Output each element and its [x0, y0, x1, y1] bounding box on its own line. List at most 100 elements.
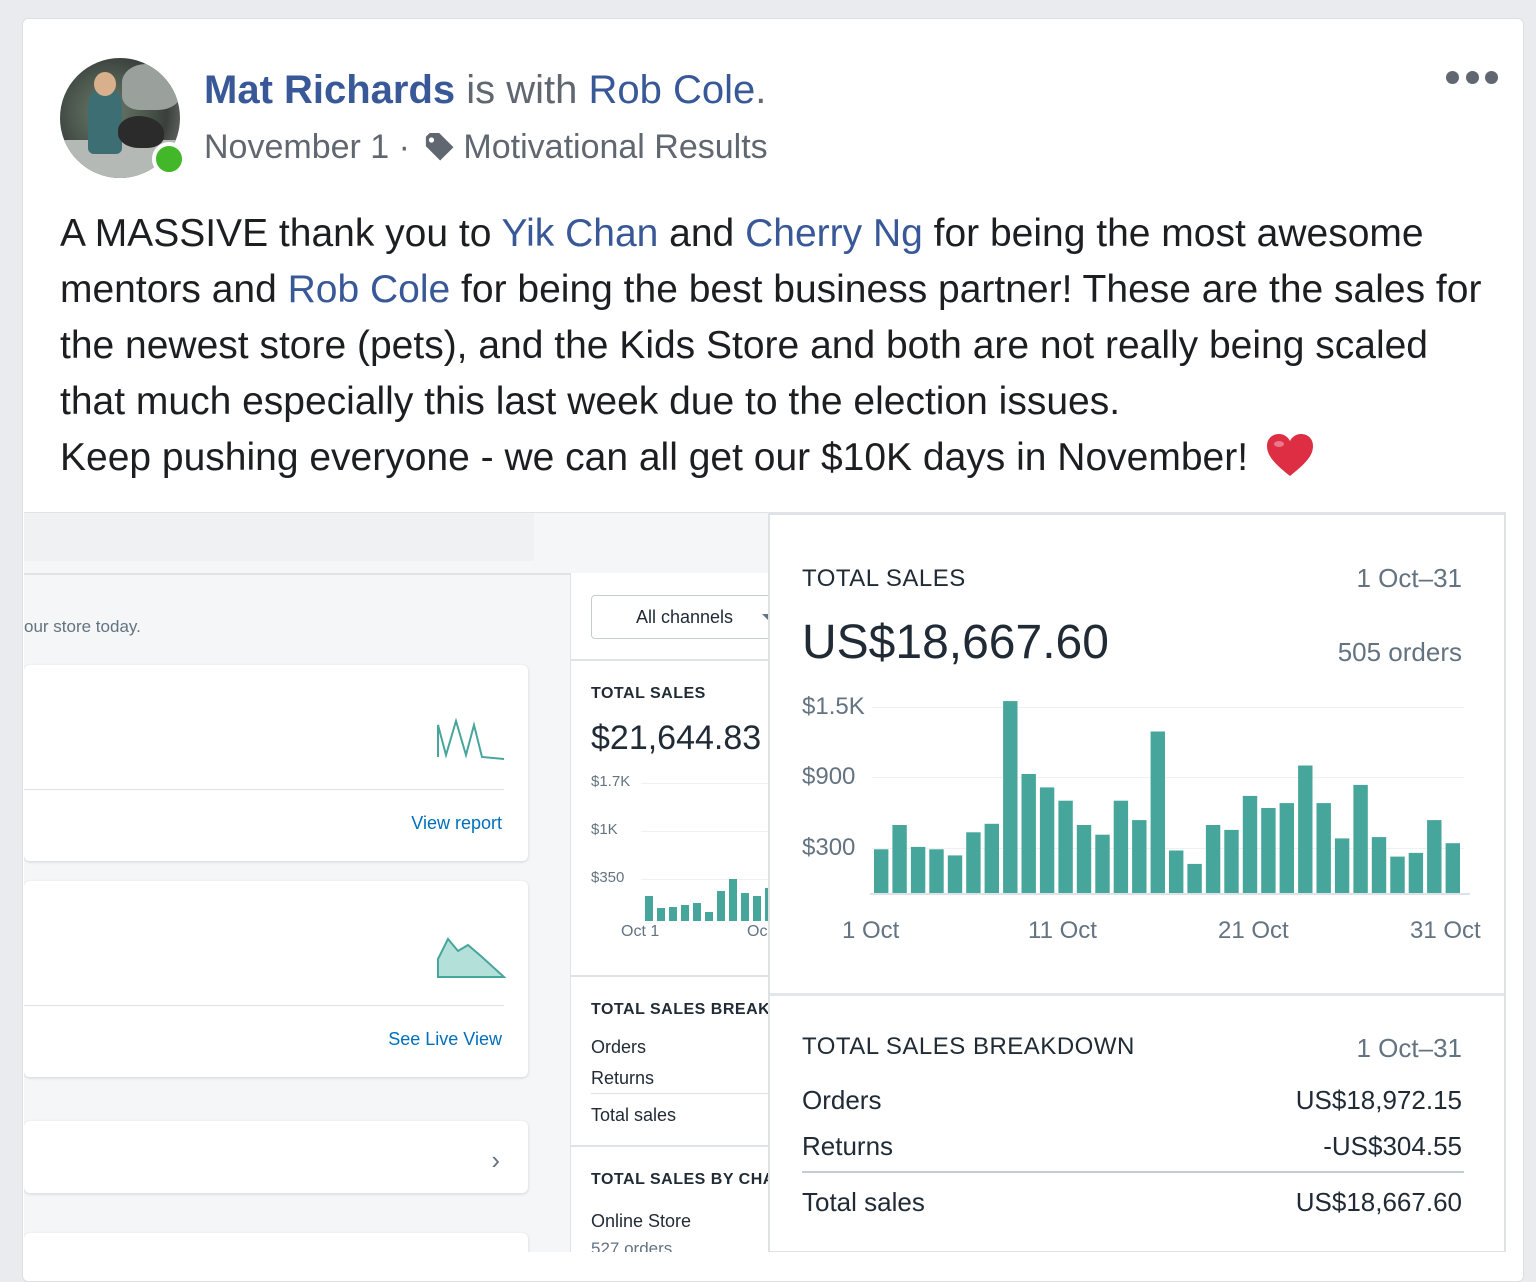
breakdown-title: TOTAL SALES BREAKDOWN	[802, 1033, 1135, 1060]
sales-bar	[1076, 825, 1092, 893]
y-tick-label: $900	[802, 763, 856, 790]
x-tick-label: 1 Oct	[842, 917, 900, 944]
dashboard-card-row[interactable]: ›	[24, 1121, 528, 1193]
mid-grid-line	[641, 783, 771, 784]
sales-bar	[1242, 795, 1258, 893]
mid-sales-bar	[729, 879, 737, 921]
mid-sales-bar	[657, 908, 665, 921]
body-text: A MASSIVE thank you to	[60, 212, 502, 255]
mid-sales-bar	[681, 905, 689, 921]
chevron-right-icon[interactable]: ›	[491, 1145, 500, 1176]
divider	[24, 789, 504, 790]
sales-bar	[1427, 820, 1442, 893]
x-tick-label: 21 Oct	[1218, 917, 1289, 944]
mid-sales-chart	[645, 879, 771, 921]
mid-online-orders: 527 orders	[591, 1239, 673, 1252]
sales-bar	[1445, 843, 1460, 893]
sales-bar	[1003, 701, 1018, 893]
sales-bar	[947, 855, 963, 893]
mid-sales-bar	[741, 893, 749, 921]
see-live-view-link[interactable]: See Live View	[388, 1029, 502, 1050]
mention-cherry-ng[interactable]: Cherry Ng	[745, 212, 923, 255]
sparkline-icon	[437, 717, 505, 760]
screenshot-top-bar	[24, 513, 534, 561]
post-header: Mat Richards is with Rob Cole.	[204, 68, 766, 113]
sales-bar	[929, 849, 944, 893]
middle-sales-panel: All channels TOTAL SALES $21,644.83 $1.7…	[570, 573, 786, 1252]
mid-y-tick: $1K	[591, 821, 618, 838]
dashboard-card-partial	[24, 1233, 528, 1252]
mid-total-sales-value: $21,644.83	[591, 719, 762, 757]
mid-returns-label: Returns	[591, 1068, 655, 1088]
breakdown-total-value: US$18,667.60	[1295, 1187, 1462, 1217]
y-tick-label: $300	[802, 834, 856, 861]
channels-dropdown[interactable]: All channels	[591, 595, 781, 639]
view-report-link[interactable]: View report	[411, 813, 502, 834]
sales-bar	[1205, 825, 1221, 893]
area-sparkline-icon	[437, 937, 506, 978]
tagged-suffix: .	[755, 68, 767, 112]
mention-rob-cole[interactable]: Rob Cole	[288, 268, 451, 311]
mid-sales-bar	[669, 907, 677, 921]
breakdown-total-label: Total sales	[802, 1187, 925, 1217]
post-date[interactable]: November 1	[204, 128, 389, 167]
author-name[interactable]: Mat Richards	[204, 68, 455, 112]
breakdown-returns-label: Returns	[802, 1131, 894, 1161]
mid-breakdown-label: TOTAL SALES BREAKD	[591, 1001, 783, 1018]
group-name[interactable]: Motivational Results	[463, 128, 767, 167]
body-text: Keep pushing everyone - we can all get o…	[60, 436, 1259, 479]
x-tick-label: 11 Oct	[1028, 917, 1097, 944]
sales-bar	[1261, 808, 1276, 893]
sales-bar	[1021, 774, 1036, 893]
x-tick-label: 31 Oct	[1410, 917, 1481, 944]
sales-bar	[1039, 787, 1055, 893]
divider	[24, 1005, 504, 1006]
sales-bar	[1298, 765, 1313, 893]
sales-bar	[1334, 838, 1350, 893]
sales-bar	[1132, 820, 1147, 893]
mid-sales-bar	[705, 912, 713, 921]
tag-icon	[426, 132, 454, 161]
more-options-icon[interactable]	[1446, 68, 1498, 86]
channels-label: All channels	[636, 607, 734, 627]
breakdown-orders-label: Orders	[802, 1085, 882, 1115]
divider	[571, 1145, 771, 1147]
sales-screenshot[interactable]: our store today. View report See Live Vi…	[24, 512, 1506, 1252]
sales-bar	[966, 832, 981, 893]
breakdown-returns-value: -US$304.55	[1323, 1131, 1462, 1161]
sales-bar	[1113, 800, 1129, 893]
sales-bar	[1224, 829, 1239, 893]
meta-separator: ·	[389, 128, 420, 166]
date-range: 1 Oct–31	[1356, 563, 1462, 593]
dashboard-card-report: View report	[24, 665, 528, 861]
sales-bar	[892, 825, 907, 893]
divider	[802, 1171, 1464, 1173]
sales-bar	[1316, 803, 1331, 893]
mid-orders-label: Orders	[591, 1037, 647, 1057]
sales-bar	[1279, 803, 1294, 893]
mid-sales-bar	[693, 903, 701, 921]
sales-bar	[1408, 852, 1424, 893]
right-sales-panel: TOTAL SALES 1 Oct–31 US$18,667.60 505 or…	[768, 513, 1506, 1252]
heart-emoji-icon	[1266, 434, 1313, 476]
total-sales-value: US$18,667.60	[802, 616, 1109, 669]
body-text: and	[658, 212, 746, 255]
sales-bar	[1095, 834, 1110, 893]
total-sales-title: TOTAL SALES	[802, 565, 966, 592]
online-status-dot	[152, 142, 186, 176]
post-body: A MASSIVE thank you to Yik Chan and Cher…	[60, 206, 1500, 486]
mid-y-tick: $350	[591, 869, 625, 886]
daily-sales-bar-chart	[870, 701, 1470, 895]
sales-bar	[984, 823, 999, 893]
breakdown-range: 1 Oct–31	[1356, 1033, 1462, 1063]
mid-x-tick: Oct 1	[621, 923, 660, 940]
with-text: is with	[455, 68, 589, 112]
tagged-person[interactable]: Rob Cole	[589, 68, 756, 112]
store-today-text: our store today.	[24, 617, 141, 636]
mid-y-tick: $1.7K	[591, 773, 631, 790]
mention-yik-chan[interactable]: Yik Chan	[502, 212, 659, 255]
dashboard-card-live: See Live View	[24, 881, 528, 1077]
sales-bar	[1353, 784, 1368, 893]
sales-bar	[1371, 837, 1387, 893]
sales-bar	[1058, 800, 1073, 893]
